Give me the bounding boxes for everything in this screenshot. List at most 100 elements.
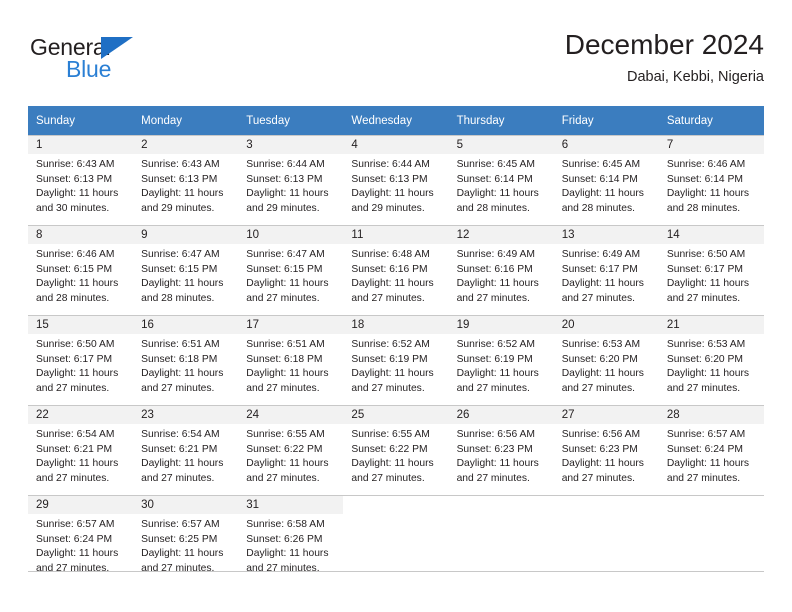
calendar-cell: 3 Sunrise: 6:44 AM Sunset: 6:13 PM Daylight…: [238, 135, 344, 225]
day-number: 6: [553, 136, 659, 154]
day-cell[interactable]: 4 Sunrise: 6:44 AM Sunset: 6:13 PM Daylight…: [343, 135, 449, 225]
day-cell[interactable]: 5 Sunrise: 6:45 AM Sunset: 6:14 PM Daylight…: [448, 135, 554, 225]
daylight-text: Daylight: 11 hours: [141, 458, 224, 470]
day-number: 5: [448, 136, 554, 154]
day-details: Sunrise: 6:53 AM Sunset: 6:20 PM Daylight:…: [554, 334, 659, 396]
day-number: 10: [238, 226, 344, 244]
day-cell[interactable]: 3 Sunrise: 6:44 AM Sunset: 6:13 PM Daylight…: [238, 135, 344, 225]
calendar-cell: 15 Sunrise: 6:50 AM Sunset: 6:17 PM Dayligh…: [28, 315, 134, 405]
daylight-text: Daylight: 11 hours: [561, 188, 644, 200]
calendar-body: 1 Sunrise: 6:43 AM Sunset: 6:13 PM Daylight…: [28, 135, 764, 585]
day-cell[interactable]: 22 Sunrise: 6:54 AM Sunset: 6:21 PM Dayligh…: [28, 405, 134, 495]
sunrise-text: Sunrise: 6:48 AM: [351, 249, 430, 260]
day-cell[interactable]: 28 Sunrise: 6:57 AM Sunset: 6:24 PM Dayligh…: [658, 405, 764, 495]
daylight-text-cont: and 27 minutes.: [351, 292, 425, 304]
daylight-text: Daylight: 11 hours: [351, 278, 434, 290]
sunrise-text: Sunrise: 6:56 AM: [561, 429, 641, 440]
day-cell[interactable]: 15 Sunrise: 6:50 AM Sunset: 6:17 PM Dayligh…: [28, 315, 134, 405]
sunset-text: Sunset: 6:15 PM: [246, 263, 323, 275]
day-number: [449, 496, 554, 514]
general-blue-logo[interactable]: General Blue: [30, 34, 160, 86]
daylight-text: Daylight: 11 hours: [666, 188, 750, 200]
day-cell[interactable]: 25 Sunrise: 6:55 AM Sunset: 6:22 PM Dayligh…: [343, 405, 449, 495]
page-subtitle-location: Dabai, Kebbi, Nigeria: [626, 69, 764, 85]
day-details: Sunrise: 6:49 AM Sunset: 6:16 PM Daylight:…: [449, 244, 554, 306]
daylight-text-cont: and 27 minutes.: [36, 472, 110, 484]
calendar-cell: 11 Sunrise: 6:48 AM Sunset: 6:16 PM Dayligh…: [343, 225, 449, 315]
day-details: Sunrise: 6:45 AM Sunset: 6:14 PM Daylight:…: [554, 154, 659, 216]
day-cell[interactable]: 24 Sunrise: 6:55 AM Sunset: 6:22 PM Dayligh…: [238, 405, 344, 495]
day-number: 25: [343, 406, 449, 424]
day-details: Sunrise: 6:52 AM Sunset: 6:19 PM Daylight:…: [449, 334, 554, 396]
sunrise-text: Sunrise: 6:50 AM: [36, 339, 115, 350]
calendar-cell: 27 Sunrise: 6:56 AM Sunset: 6:23 PM Dayligh…: [553, 405, 659, 495]
daylight-text-cont: and 27 minutes.: [561, 472, 635, 484]
sunrise-text: Sunrise: 6:57 AM: [36, 519, 115, 530]
sunset-text: Sunset: 6:22 PM: [246, 443, 323, 455]
calendar-week-row: 1 Sunrise: 6:43 AM Sunset: 6:13 PM Daylight…: [28, 135, 764, 225]
day-cell[interactable]: 7 Sunrise: 6:46 AM Sunset: 6:14 PM Daylight…: [658, 135, 764, 225]
day-cell[interactable]: 1 Sunrise: 6:43 AM Sunset: 6:13 PM Daylight…: [28, 135, 134, 225]
daylight-text-cont: and 29 minutes.: [141, 202, 215, 214]
day-number: 21: [658, 316, 764, 334]
day-cell[interactable]: 27 Sunrise: 6:56 AM Sunset: 6:23 PM Dayligh…: [553, 405, 659, 495]
grid-bottom-rule: [28, 571, 764, 572]
sunrise-text: Sunrise: 6:47 AM: [246, 249, 325, 260]
daylight-text-cont: and 27 minutes.: [246, 472, 320, 484]
weekday-header-saturday: Saturday: [658, 106, 764, 135]
calendar-cell: 23 Sunrise: 6:54 AM Sunset: 6:21 PM Dayligh…: [133, 405, 239, 495]
day-cell[interactable]: 9 Sunrise: 6:47 AM Sunset: 6:15 PM Daylight…: [133, 225, 239, 315]
sunset-text: Sunset: 6:21 PM: [36, 443, 113, 455]
sunset-text: Sunset: 6:20 PM: [666, 353, 743, 365]
day-details: Sunrise: 6:44 AM Sunset: 6:13 PM Daylight:…: [343, 154, 448, 216]
day-number: 14: [658, 226, 764, 244]
day-cell[interactable]: 6 Sunrise: 6:45 AM Sunset: 6:14 PM Daylight…: [553, 135, 659, 225]
calendar-cell: 20 Sunrise: 6:53 AM Sunset: 6:20 PM Dayligh…: [553, 315, 659, 405]
day-number: 26: [448, 406, 554, 424]
day-cell[interactable]: 17 Sunrise: 6:51 AM Sunset: 6:18 PM Dayligh…: [238, 315, 344, 405]
daylight-text: Daylight: 11 hours: [666, 278, 750, 290]
day-cell[interactable]: 26 Sunrise: 6:56 AM Sunset: 6:23 PM Dayligh…: [448, 405, 554, 495]
sunset-text: Sunset: 6:14 PM: [456, 173, 533, 185]
daylight-text-cont: and 27 minutes.: [36, 382, 110, 394]
daylight-text: Daylight: 11 hours: [666, 368, 750, 380]
day-cell[interactable]: 19 Sunrise: 6:52 AM Sunset: 6:19 PM Dayligh…: [448, 315, 554, 405]
weekday-header-wednesday: Wednesday: [343, 106, 449, 135]
day-details: Sunrise: 6:52 AM Sunset: 6:19 PM Daylight:…: [343, 334, 448, 396]
daylight-text: Daylight: 11 hours: [456, 278, 539, 290]
daylight-text: Daylight: 11 hours: [36, 188, 119, 200]
day-cell[interactable]: 23 Sunrise: 6:54 AM Sunset: 6:21 PM Dayligh…: [133, 405, 239, 495]
day-details: Sunrise: 6:47 AM Sunset: 6:15 PM Daylight:…: [133, 244, 238, 306]
day-details: Sunrise: 6:53 AM Sunset: 6:20 PM Daylight:…: [659, 334, 764, 396]
sunset-text: Sunset: 6:13 PM: [246, 173, 323, 185]
daylight-text: Daylight: 11 hours: [246, 278, 329, 290]
day-cell[interactable]: 14 Sunrise: 6:50 AM Sunset: 6:17 PM Dayligh…: [658, 225, 764, 315]
day-details: Sunrise: 6:46 AM Sunset: 6:15 PM Daylight:…: [28, 244, 133, 306]
day-details: Sunrise: 6:57 AM Sunset: 6:24 PM Daylight:…: [28, 514, 133, 576]
sunset-text: Sunset: 6:17 PM: [666, 263, 743, 275]
daylight-text: Daylight: 11 hours: [456, 458, 539, 470]
day-cell[interactable]: 12 Sunrise: 6:49 AM Sunset: 6:16 PM Dayligh…: [448, 225, 554, 315]
daylight-text: Daylight: 11 hours: [141, 278, 224, 290]
sunrise-text: Sunrise: 6:45 AM: [561, 159, 641, 170]
day-cell[interactable]: 20 Sunrise: 6:53 AM Sunset: 6:20 PM Dayligh…: [553, 315, 659, 405]
sunset-text: Sunset: 6:24 PM: [36, 533, 113, 545]
day-cell[interactable]: 8 Sunrise: 6:46 AM Sunset: 6:15 PM Daylight…: [28, 225, 134, 315]
sunset-text: Sunset: 6:19 PM: [456, 353, 533, 365]
day-cell[interactable]: 21 Sunrise: 6:53 AM Sunset: 6:20 PM Dayligh…: [658, 315, 764, 405]
day-cell[interactable]: 18 Sunrise: 6:52 AM Sunset: 6:19 PM Dayligh…: [343, 315, 449, 405]
daylight-text-cont: and 29 minutes.: [351, 202, 425, 214]
day-number: 19: [448, 316, 554, 334]
day-number: 30: [133, 496, 239, 514]
sunset-text: Sunset: 6:15 PM: [141, 263, 218, 275]
day-number: 12: [448, 226, 554, 244]
day-number: 16: [133, 316, 239, 334]
day-cell[interactable]: 11 Sunrise: 6:48 AM Sunset: 6:16 PM Dayligh…: [343, 225, 449, 315]
day-cell[interactable]: 10 Sunrise: 6:47 AM Sunset: 6:15 PM Dayligh…: [238, 225, 344, 315]
sunrise-text: Sunrise: 6:43 AM: [141, 159, 220, 170]
day-cell[interactable]: 16 Sunrise: 6:51 AM Sunset: 6:18 PM Dayligh…: [133, 315, 239, 405]
weekday-header-row: Sunday Monday Tuesday Wednesday Thursday…: [28, 106, 764, 135]
day-cell[interactable]: 2 Sunrise: 6:43 AM Sunset: 6:13 PM Daylight…: [133, 135, 239, 225]
day-cell[interactable]: 13 Sunrise: 6:49 AM Sunset: 6:17 PM Dayligh…: [553, 225, 659, 315]
day-number: 28: [658, 406, 764, 424]
